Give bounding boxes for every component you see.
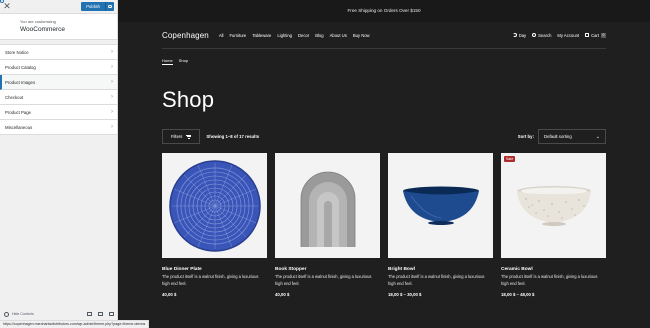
my-account-link[interactable]: My Account: [557, 33, 579, 38]
product-price: 18,00 $ – 48,00 $: [501, 292, 535, 297]
product-description: The product itself is a walnut finish, g…: [162, 274, 259, 286]
product-card[interactable]: Blue Dinner Plate The product itself is …: [162, 153, 267, 297]
product-image-book-stopper[interactable]: [275, 153, 380, 258]
device-switcher: [87, 312, 114, 316]
menu-item-label: Product Images: [5, 79, 36, 85]
menu-item-label: Product Page: [5, 109, 32, 115]
customizer-header: ✕ Publish: [0, 0, 117, 14]
nav-item-lighting[interactable]: Lighting: [277, 33, 292, 38]
customizing-info: You are customizing WooCommerce: [0, 14, 117, 40]
theme-toggle-label: Day: [518, 32, 527, 38]
page-title: Shop: [162, 87, 215, 112]
cart-icon: [585, 33, 590, 37]
product-price: 18,00 $ – 30,00 $: [388, 292, 422, 297]
sort-select[interactable]: Default sorting ⌄: [538, 129, 606, 144]
menu-item-checkout[interactable]: Checkout ›: [0, 90, 117, 105]
nav-item-tableware[interactable]: Tableware: [252, 33, 271, 38]
customizer-footer: Hide Controls: [0, 308, 118, 320]
product-card[interactable]: Sale Ceramic Bowl The product itself is …: [501, 153, 606, 297]
customizer-panel: ✕ Publish You are customizing WooCommerc…: [0, 0, 118, 328]
site-header: Copenhagen All Furniture Tableware Light…: [118, 22, 650, 48]
chevron-right-icon: ›: [111, 64, 113, 70]
tablet-icon[interactable]: [98, 312, 103, 316]
menu-item-miscellaneous[interactable]: Miscellaneous ›: [0, 120, 117, 135]
product-image-bright-bowl[interactable]: [388, 153, 493, 258]
customizer-menu: Store Notice › Product Catalog › Product…: [0, 44, 117, 135]
product-description: The product itself is a walnut finish, g…: [501, 274, 598, 286]
nav-item-about-us[interactable]: About Us: [330, 33, 347, 38]
my-account-label: My Account: [557, 32, 580, 38]
sale-badge: Sale: [504, 156, 516, 162]
chevron-down-icon: ⌄: [595, 133, 600, 140]
site-logo[interactable]: Copenhagen: [162, 31, 209, 40]
site-name: WooCommerce: [20, 26, 66, 33]
product-description: The product itself is a walnut finish, g…: [388, 274, 485, 286]
menu-item-product-catalog[interactable]: Product Catalog ›: [0, 60, 117, 75]
product-card[interactable]: Book Stopper The product itself is a wal…: [275, 153, 380, 297]
menu-item-product-page[interactable]: Product Page ›: [0, 105, 117, 120]
search-label: Search: [538, 32, 552, 38]
site-preview: Free Shipping on Orders Over $150 Copenh…: [118, 0, 650, 328]
sort-value: Default sorting: [544, 134, 572, 139]
shop-toolbar: Filters Showing 1–8 of 17 results Sort b…: [162, 129, 606, 144]
hide-controls-button[interactable]: Hide Controls: [12, 312, 34, 316]
filters-button[interactable]: Filters: [162, 129, 201, 144]
search-icon: [532, 33, 537, 37]
product-description: The product itself is a walnut finish, g…: [275, 274, 372, 286]
breadcrumb-current: Shop: [178, 58, 189, 63]
menu-item-product-images[interactable]: Product Images ›: [0, 75, 117, 90]
cart-count-badge: 0: [601, 32, 606, 38]
publish-group: Publish: [81, 2, 114, 11]
menu-item-label: Store Notice: [5, 49, 29, 55]
chevron-right-icon: ›: [111, 79, 113, 85]
filters-label: Filters: [171, 134, 183, 139]
nav-item-decor[interactable]: Decor: [298, 33, 309, 38]
breadcrumb-home[interactable]: Home: [162, 58, 173, 65]
menu-item-store-notice[interactable]: Store Notice ›: [0, 45, 117, 60]
promo-bar: Free Shipping on Orders Over $150: [118, 0, 650, 22]
cart-label: Cart: [591, 32, 599, 38]
chevron-right-icon: ›: [111, 49, 113, 55]
nav-item-furniture[interactable]: Furniture: [229, 33, 246, 38]
nav-item-all[interactable]: All: [219, 33, 224, 38]
moon-icon: [512, 33, 517, 37]
customizing-label: You are customizing: [20, 19, 56, 24]
sort-control: Sort by: Default sorting ⌄: [518, 129, 606, 144]
main-nav: All Furniture Tableware Lighting Decor B…: [219, 33, 370, 38]
chevron-right-icon: ›: [111, 94, 113, 100]
publish-button[interactable]: Publish: [81, 2, 105, 11]
menu-item-label: Product Catalog: [5, 64, 36, 70]
nav-item-buy-now[interactable]: Buy Now: [353, 33, 370, 38]
chevron-right-icon: ›: [111, 109, 113, 115]
product-card[interactable]: Bright Bowl The product itself is a waln…: [388, 153, 493, 297]
status-bar-url: https://copenhagen.merchantsdistributors…: [0, 320, 150, 328]
menu-item-label: Checkout: [5, 94, 24, 100]
hide-controls-icon[interactable]: [4, 311, 9, 317]
product-price: 40,00 $: [275, 292, 290, 297]
sort-label: Sort by:: [517, 134, 534, 139]
header-divider: [162, 48, 606, 49]
product-name[interactable]: Ceramic Bowl: [501, 267, 606, 272]
product-image-blue-plate[interactable]: [162, 153, 267, 258]
product-name[interactable]: Blue Dinner Plate: [162, 267, 267, 272]
filter-icon: [186, 134, 192, 139]
menu-item-label: Miscellaneous: [5, 124, 33, 130]
result-count: Showing 1–8 of 17 results: [206, 134, 260, 139]
product-name[interactable]: Book Stopper: [275, 267, 380, 272]
theme-toggle[interactable]: Day: [512, 32, 527, 38]
nav-item-blog[interactable]: Blog: [315, 33, 323, 38]
search-button[interactable]: Search: [532, 33, 551, 38]
product-grid: Blue Dinner Plate The product itself is …: [162, 153, 606, 297]
desktop-icon[interactable]: [87, 312, 92, 316]
product-image-ceramic-bowl[interactable]: Sale: [501, 153, 606, 258]
product-price: 40,00 $: [162, 292, 177, 297]
mobile-icon[interactable]: [109, 312, 114, 316]
header-actions: Day Search My Account Cart 0: [512, 32, 606, 38]
breadcrumb: Home Shop: [162, 58, 606, 65]
gear-icon[interactable]: [105, 2, 114, 11]
chevron-right-icon: ›: [111, 124, 113, 130]
product-name[interactable]: Bright Bowl: [388, 267, 493, 272]
cart-button[interactable]: Cart 0: [585, 32, 606, 38]
